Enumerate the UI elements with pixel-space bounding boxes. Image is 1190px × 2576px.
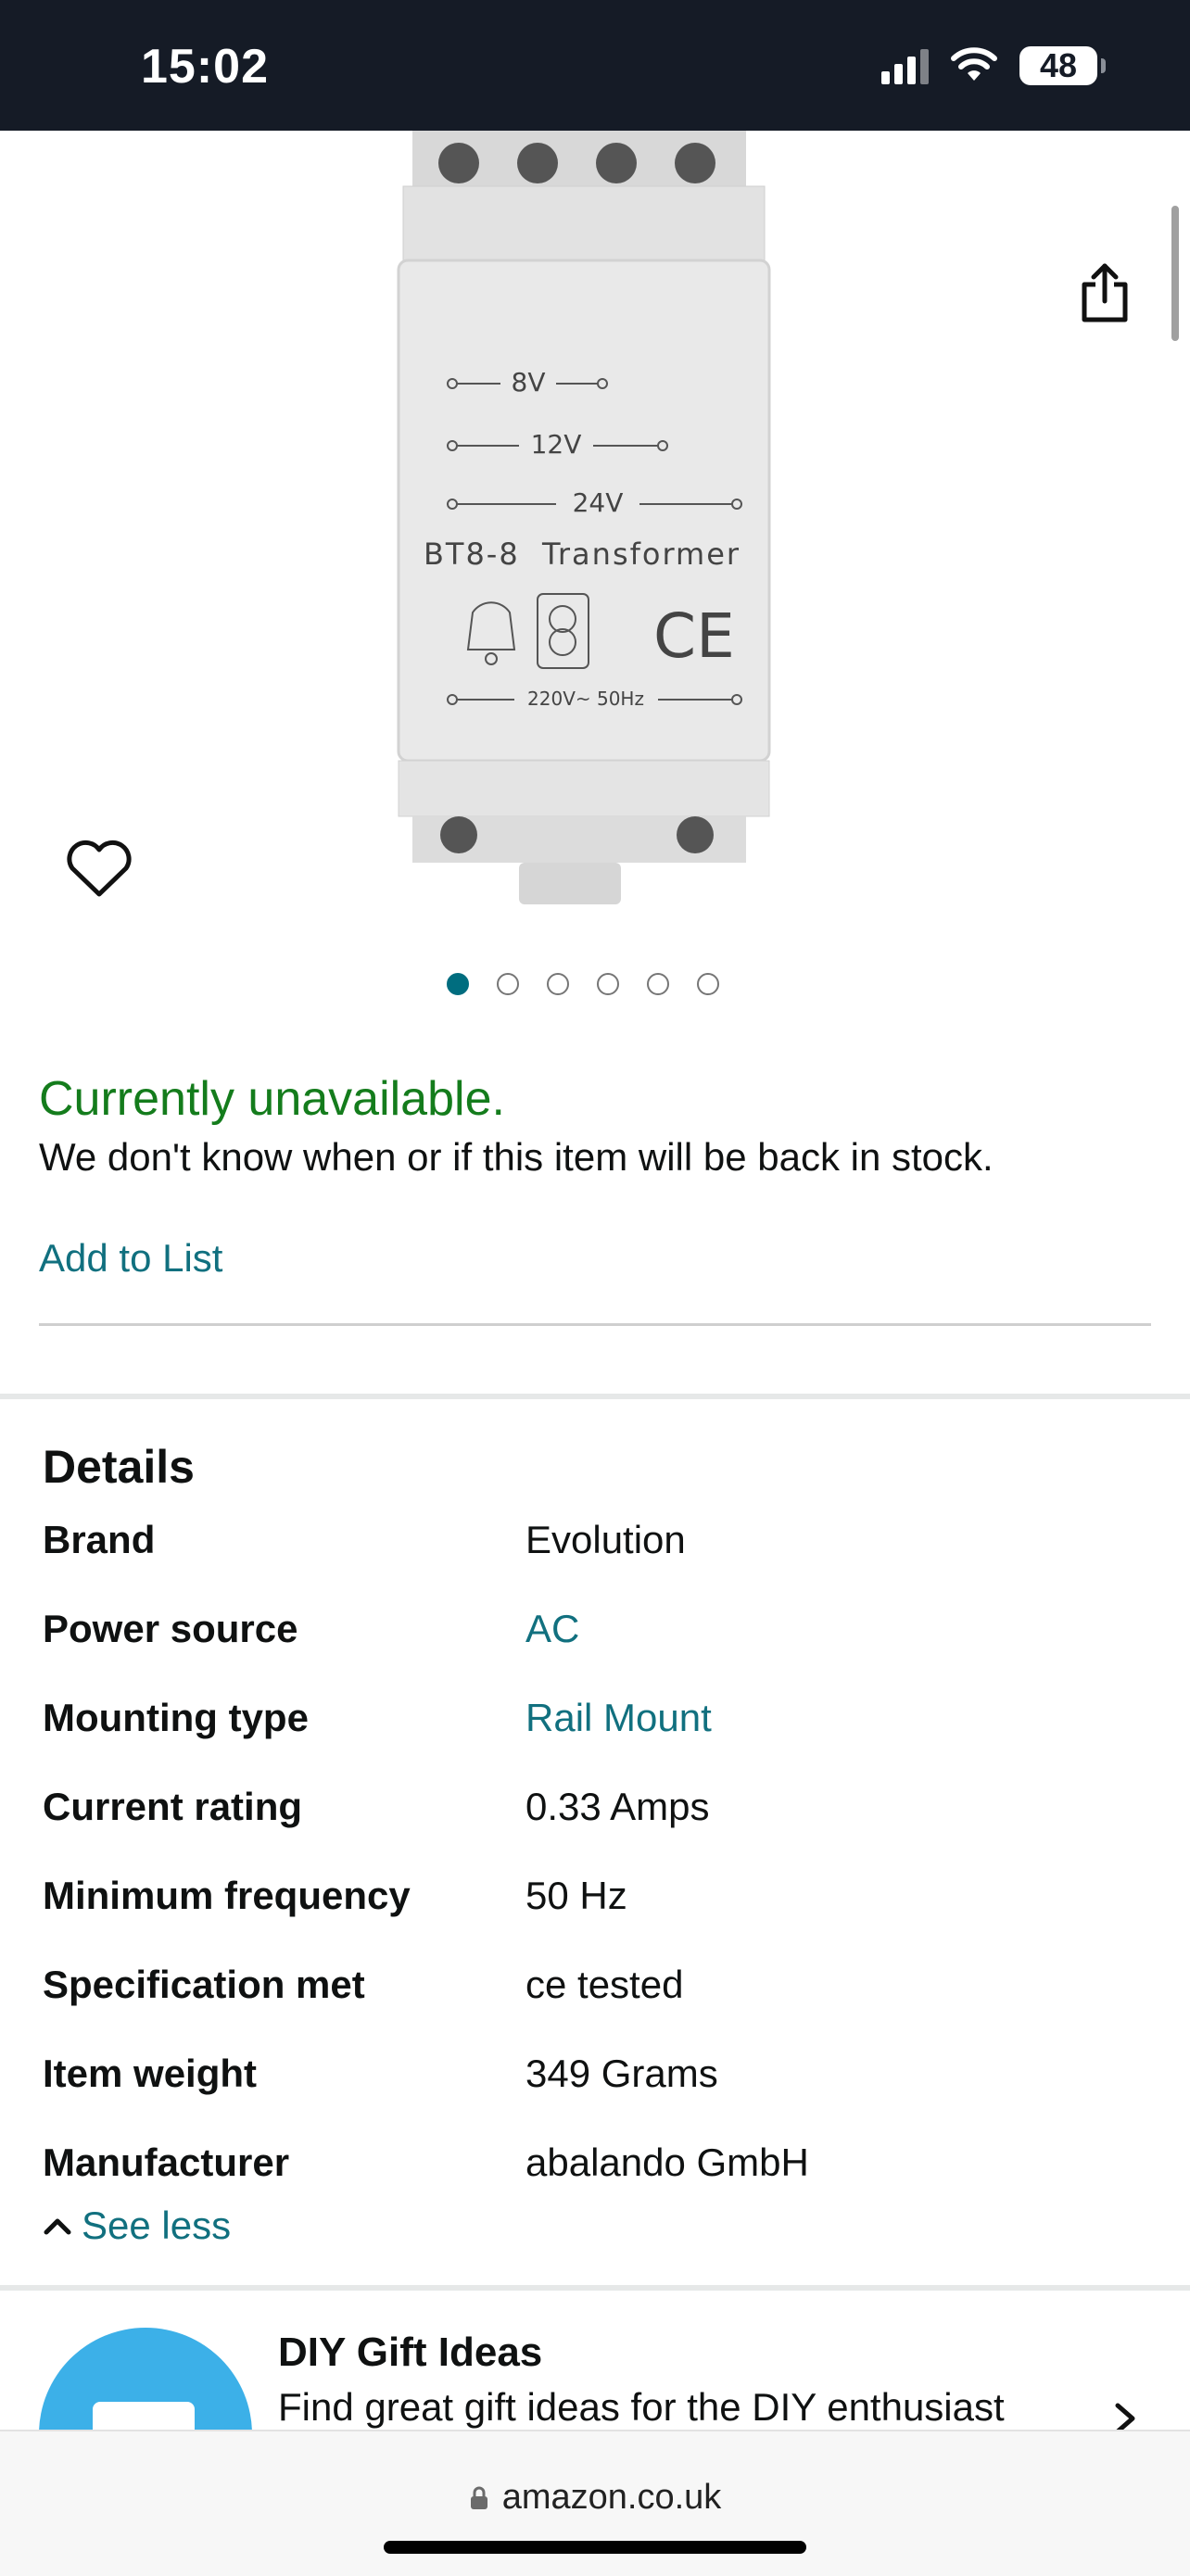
availability-block: Currently unavailable. We don't know whe… — [39, 1072, 994, 1180]
carousel-dots[interactable] — [447, 973, 719, 995]
carousel-dot[interactable] — [597, 973, 619, 995]
carousel-dot[interactable] — [697, 973, 719, 995]
detail-value: ce tested — [525, 1963, 684, 2006]
detail-value: 50 Hz — [525, 1874, 627, 1917]
lock-icon — [470, 2486, 487, 2509]
detail-row-power-source: Power source AC — [43, 1607, 1155, 1662]
status-time: 15:02 — [141, 40, 269, 94]
battery-icon: 48 — [1019, 46, 1106, 85]
detail-row-mounting-type: Mounting type Rail Mount — [43, 1696, 1155, 1751]
home-indicator[interactable] — [384, 2541, 806, 2554]
details-title: Details — [43, 1441, 195, 1493]
divider — [39, 1323, 1151, 1326]
detail-label: Power source — [43, 1607, 298, 1650]
detail-row-item-weight: Item weight 349 Grams — [43, 2052, 1155, 2107]
status-bar: 15:02 48 — [0, 0, 1190, 131]
availability-status: Currently unavailable. — [39, 1072, 505, 1126]
label-8v: 8V — [512, 367, 546, 398]
detail-label: Specification met — [43, 1963, 365, 2006]
product-image[interactable]: 8V 12V 24V BT8-8 Transformer CE 220V~ 50… — [371, 131, 797, 918]
label-24v: 24V — [573, 487, 624, 518]
promo-description: Find great gift ideas for the DIY enthus… — [278, 2385, 1005, 2429]
gift-icon — [93, 2402, 195, 2430]
detail-value: 0.33 Amps — [525, 1785, 710, 1828]
carousel-dot[interactable] — [497, 973, 519, 995]
promo-title: DIY Gift Ideas — [278, 2330, 543, 2375]
detail-label: Minimum frequency — [43, 1874, 411, 1917]
detail-label: Brand — [43, 1518, 156, 1561]
promo-card[interactable]: DIY Gift Ideas Find great gift ideas for… — [0, 2291, 1190, 2430]
detail-value-link[interactable]: Rail Mount — [525, 1696, 712, 1740]
browser-bar: amazon.co.uk — [0, 2430, 1190, 2576]
availability-note: We don't know when or if this item will … — [39, 1135, 994, 1180]
detail-value: abalando GmbH — [525, 2140, 809, 2184]
carousel-dot[interactable] — [447, 973, 469, 995]
detail-label: Manufacturer — [43, 2140, 290, 2184]
detail-row-specification-met: Specification met ce tested — [43, 1963, 1155, 2018]
heart-icon[interactable] — [65, 839, 133, 900]
see-less-label: See less — [82, 2203, 232, 2247]
url-text: amazon.co.uk — [501, 2478, 722, 2517]
detail-row-minimum-frequency: Minimum frequency 50 Hz — [43, 1874, 1155, 1929]
detail-row-manufacturer: Manufacturer abalando GmbH — [43, 2140, 1155, 2196]
address-bar[interactable]: amazon.co.uk — [0, 2478, 1190, 2518]
detail-row-brand: Brand Evolution — [43, 1518, 1155, 1573]
wifi-icon — [951, 47, 997, 81]
scroll-indicator[interactable] — [1171, 206, 1179, 341]
share-icon[interactable] — [1075, 260, 1134, 325]
section-separator — [0, 1394, 1190, 1399]
detail-label: Item weight — [43, 2052, 258, 2095]
carousel-dot[interactable] — [547, 973, 569, 995]
status-icons: 48 — [881, 46, 1106, 85]
detail-label: Mounting type — [43, 1696, 309, 1739]
detail-label: Current rating — [43, 1785, 303, 1828]
see-less-link[interactable]: See less — [43, 2203, 231, 2248]
detail-row-current-rating: Current rating 0.33 Amps — [43, 1785, 1155, 1840]
carousel-dot[interactable] — [647, 973, 669, 995]
cellular-signal-icon — [881, 47, 929, 84]
product-image-area[interactable]: 8V 12V 24V BT8-8 Transformer CE 220V~ 50… — [0, 131, 1190, 992]
label-input: 220V~ 50Hz — [527, 688, 644, 710]
add-to-list-link[interactable]: Add to List — [39, 1236, 222, 1281]
chevron-right-icon[interactable] — [1108, 2402, 1142, 2430]
label-model: BT8-8 Transformer — [424, 537, 741, 572]
detail-value: Evolution — [525, 1518, 686, 1561]
label-ce: CE — [653, 600, 735, 672]
chevron-up-icon — [44, 2218, 71, 2235]
detail-value: 349 Grams — [525, 2052, 718, 2095]
detail-value-link[interactable]: AC — [525, 1607, 579, 1651]
label-12v: 12V — [531, 429, 582, 460]
